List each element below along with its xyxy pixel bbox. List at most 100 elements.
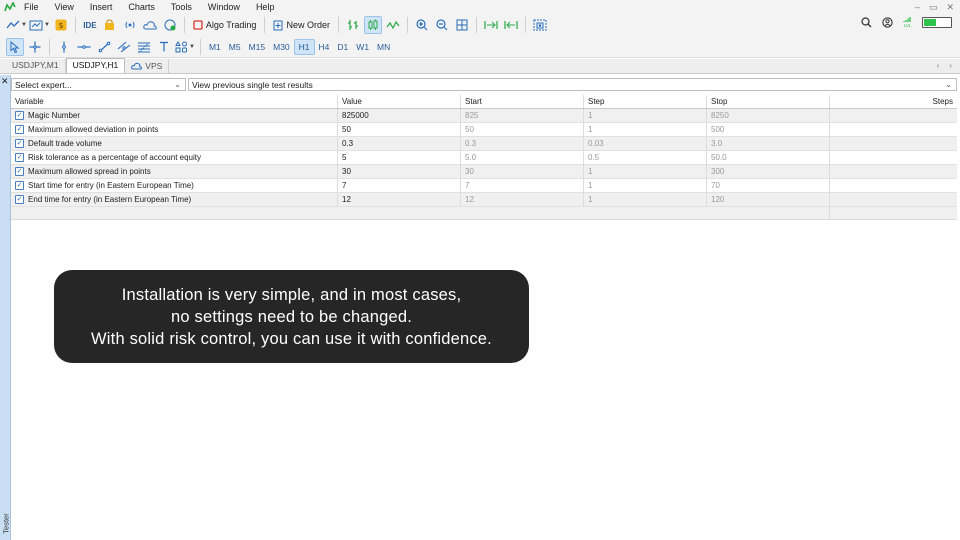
menu-window[interactable]: Window bbox=[200, 0, 248, 14]
tile-windows-button[interactable] bbox=[453, 16, 471, 34]
ide-button[interactable]: IDE bbox=[81, 16, 99, 34]
step-cell[interactable]: 1 bbox=[584, 165, 707, 178]
search-icon[interactable] bbox=[861, 16, 872, 28]
table-row[interactable]: ✓ Start time for entry (in Eastern Europe… bbox=[11, 179, 957, 193]
vertical-line-button[interactable] bbox=[55, 38, 73, 56]
new-order-button[interactable]: New Order bbox=[270, 16, 333, 34]
row-checkbox[interactable]: ✓ bbox=[15, 139, 24, 148]
start-cell[interactable]: 50 bbox=[461, 123, 584, 136]
value-cell[interactable]: 50 bbox=[338, 123, 461, 136]
close-panel-icon[interactable]: ✕ bbox=[1, 76, 9, 87]
horizontal-line-button[interactable] bbox=[75, 38, 93, 56]
text-button[interactable] bbox=[155, 38, 173, 56]
zoom-out-button[interactable] bbox=[433, 16, 451, 34]
close-window-button[interactable]: ✕ bbox=[946, 2, 954, 13]
menu-tools[interactable]: Tools bbox=[163, 0, 200, 14]
step-cell[interactable]: 1 bbox=[584, 193, 707, 206]
row-checkbox[interactable]: ✓ bbox=[15, 181, 24, 190]
fibonacci-button[interactable] bbox=[135, 38, 153, 56]
column-header-step[interactable]: Step bbox=[584, 95, 707, 108]
row-checkbox[interactable]: ✓ bbox=[15, 125, 24, 134]
tab-scroll-left-icon[interactable]: ‹ bbox=[937, 61, 940, 70]
table-row[interactable]: ✓ End time for entry (in Eastern European… bbox=[11, 193, 957, 207]
row-checkbox[interactable]: ✓ bbox=[15, 153, 24, 162]
algo-trading-button[interactable]: Algo Trading bbox=[190, 16, 260, 34]
column-header-value[interactable]: Value bbox=[338, 95, 461, 108]
shopping-bag-button[interactable] bbox=[101, 16, 119, 34]
trendline-button[interactable] bbox=[95, 38, 113, 56]
stop-cell[interactable]: 120 bbox=[707, 193, 830, 206]
menu-view[interactable]: View bbox=[47, 0, 82, 14]
timeframe-m30[interactable]: M30 bbox=[269, 39, 294, 55]
timeframe-d1[interactable]: D1 bbox=[333, 39, 352, 55]
timeframe-w1[interactable]: W1 bbox=[352, 39, 373, 55]
column-header-start[interactable]: Start bbox=[461, 95, 584, 108]
table-row[interactable]: ✓ Default trade volume 0.3 0.3 0.03 3.0 bbox=[11, 137, 957, 151]
table-row[interactable]: ✓ Magic Number 825000 825 1 8250 bbox=[11, 109, 957, 123]
timeframe-m1[interactable]: M1 bbox=[205, 39, 225, 55]
menu-help[interactable]: Help bbox=[248, 0, 283, 14]
chart-shift-button[interactable] bbox=[502, 16, 520, 34]
minimize-button[interactable]: – bbox=[915, 2, 920, 12]
step-cell[interactable]: 0.03 bbox=[584, 137, 707, 150]
timeframe-mn[interactable]: MN bbox=[373, 39, 394, 55]
start-cell[interactable]: 0.3 bbox=[461, 137, 584, 150]
tab-vps[interactable]: VPS bbox=[125, 59, 170, 73]
timeframe-m5[interactable]: M5 bbox=[225, 39, 245, 55]
start-cell[interactable]: 12 bbox=[461, 193, 584, 206]
market-button[interactable]: $ bbox=[52, 16, 70, 34]
restore-button[interactable]: ▭ bbox=[929, 2, 938, 13]
templates-button[interactable]: ▼ bbox=[29, 16, 50, 34]
menu-charts[interactable]: Charts bbox=[120, 0, 163, 14]
value-cell[interactable]: 30 bbox=[338, 165, 461, 178]
step-cell[interactable]: 0.5 bbox=[584, 151, 707, 164]
value-cell[interactable]: 0.3 bbox=[338, 137, 461, 150]
vps-cloud-button[interactable] bbox=[141, 16, 159, 34]
line-chart-button[interactable] bbox=[384, 16, 402, 34]
timeframe-m15[interactable]: M15 bbox=[245, 39, 270, 55]
zoom-in-button[interactable] bbox=[413, 16, 431, 34]
column-header-variable[interactable]: Variable bbox=[11, 95, 338, 108]
value-cell[interactable]: 12 bbox=[338, 193, 461, 206]
stop-cell[interactable]: 3.0 bbox=[707, 137, 830, 150]
table-row[interactable]: ✓ Risk tolerance as a percentage of accou… bbox=[11, 151, 957, 165]
step-cell[interactable]: 1 bbox=[584, 123, 707, 136]
start-cell[interactable]: 7 bbox=[461, 179, 584, 192]
value-cell[interactable]: 7 bbox=[338, 179, 461, 192]
timeframe-h4[interactable]: H4 bbox=[315, 39, 334, 55]
tab-usdjpy-h1[interactable]: USDJPY,H1 bbox=[65, 58, 126, 73]
tab-usdjpy-m1[interactable]: USDJPY,M1 bbox=[6, 59, 66, 73]
column-header-steps[interactable]: Steps bbox=[830, 95, 957, 108]
start-cell[interactable]: 825 bbox=[461, 109, 584, 122]
tab-scroll-right-icon[interactable]: › bbox=[949, 61, 952, 70]
stop-cell[interactable]: 70 bbox=[707, 179, 830, 192]
equidistant-channel-button[interactable] bbox=[115, 38, 133, 56]
screenshot-button[interactable] bbox=[531, 16, 549, 34]
stop-cell[interactable]: 500 bbox=[707, 123, 830, 136]
table-row[interactable]: ✓ Maximum allowed deviation in points 50 … bbox=[11, 123, 957, 137]
stop-cell[interactable]: 300 bbox=[707, 165, 830, 178]
menu-insert[interactable]: Insert bbox=[82, 0, 121, 14]
value-cell[interactable]: 5 bbox=[338, 151, 461, 164]
row-checkbox[interactable]: ✓ bbox=[15, 111, 24, 120]
user-account-icon[interactable] bbox=[882, 16, 893, 28]
table-row[interactable]: ✓ Maximum allowed spread in points 30 30 … bbox=[11, 165, 957, 179]
expert-select[interactable]: Select expert... ⌄ bbox=[11, 78, 186, 91]
candlestick-button[interactable] bbox=[363, 16, 382, 34]
shapes-button[interactable]: ▼ bbox=[175, 38, 195, 56]
step-cell[interactable]: 1 bbox=[584, 109, 707, 122]
row-checkbox[interactable]: ✓ bbox=[15, 195, 24, 204]
bar-chart-button[interactable] bbox=[344, 16, 362, 34]
timeframe-h1[interactable]: H1 bbox=[293, 38, 315, 55]
menu-file[interactable]: File bbox=[17, 0, 47, 14]
auto-scroll-button[interactable] bbox=[482, 16, 500, 34]
stop-cell[interactable]: 8250 bbox=[707, 109, 830, 122]
column-header-stop[interactable]: Stop bbox=[707, 95, 830, 108]
start-cell[interactable]: 30 bbox=[461, 165, 584, 178]
crosshair-button[interactable] bbox=[26, 38, 44, 56]
value-cell[interactable]: 825000 bbox=[338, 109, 461, 122]
start-cell[interactable]: 5.0 bbox=[461, 151, 584, 164]
signals-button[interactable] bbox=[121, 16, 139, 34]
row-checkbox[interactable]: ✓ bbox=[15, 167, 24, 176]
stop-cell[interactable]: 50.0 bbox=[707, 151, 830, 164]
